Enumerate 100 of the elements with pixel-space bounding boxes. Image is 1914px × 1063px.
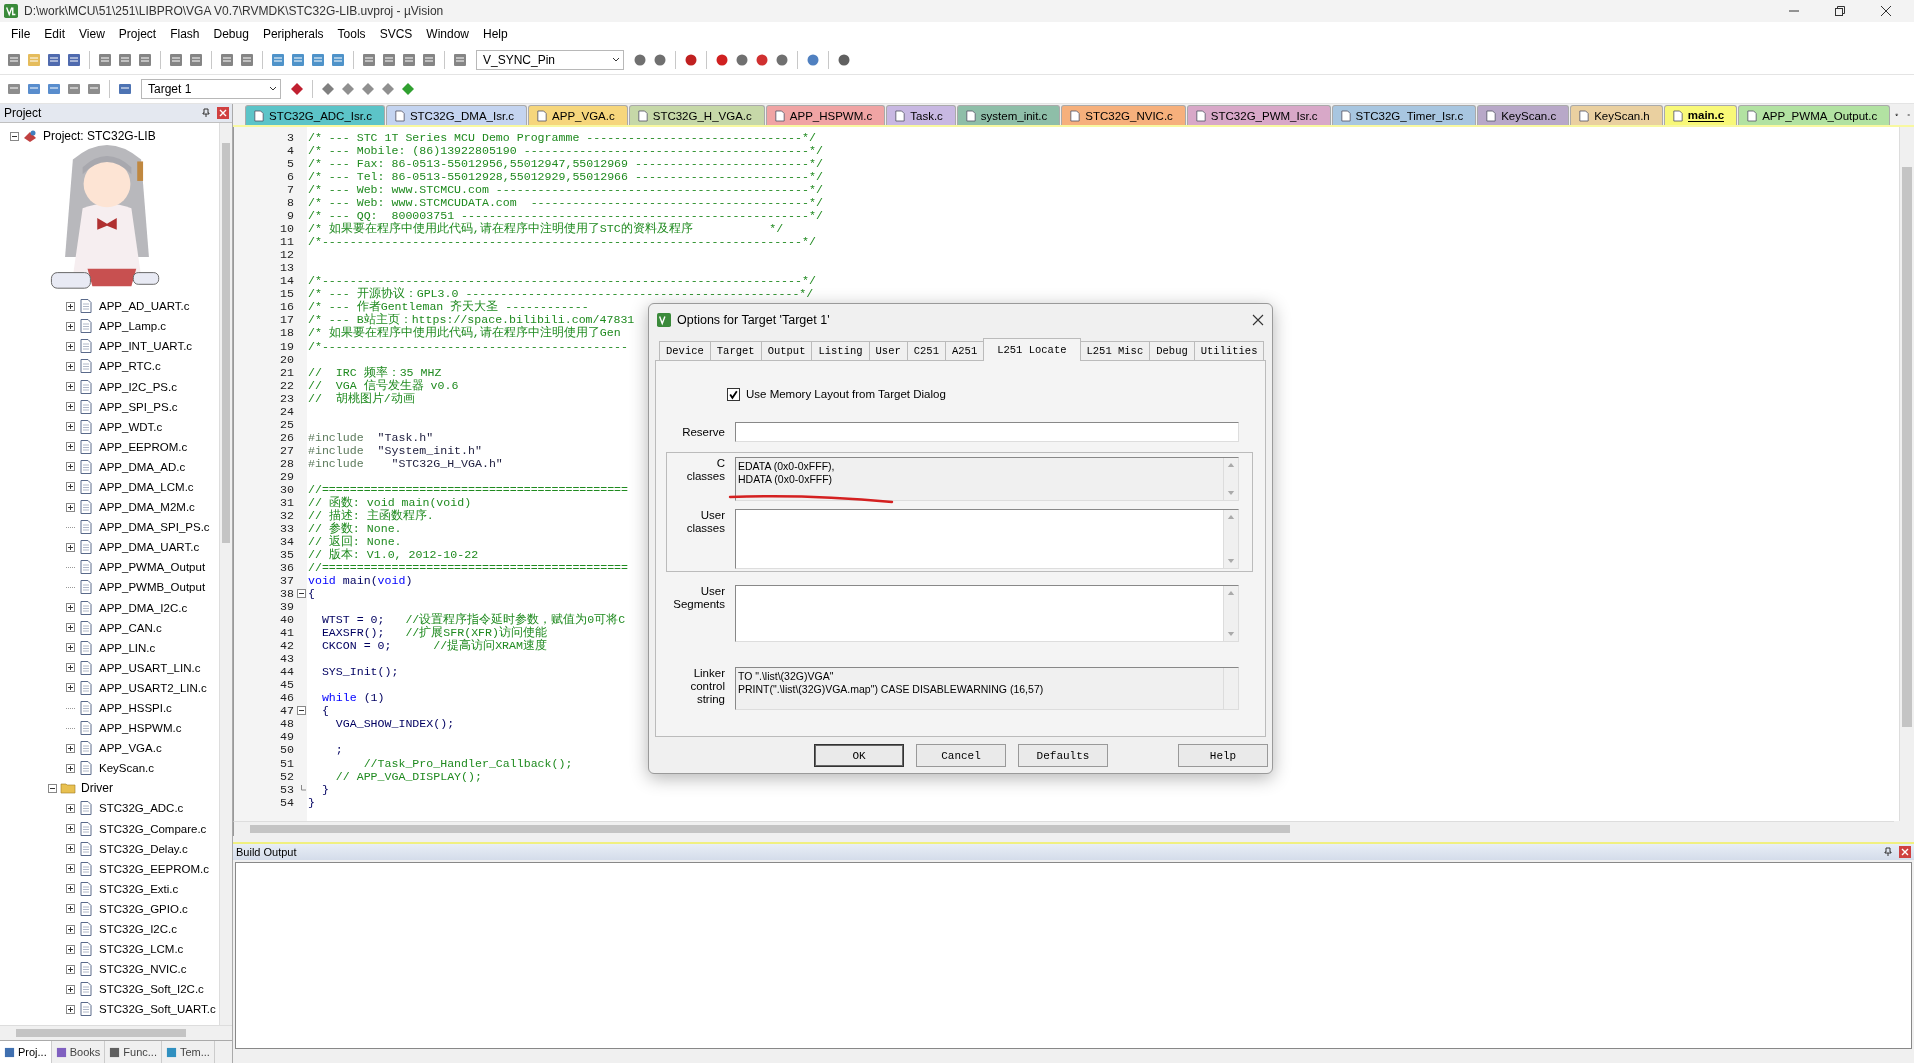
tree-item[interactable]: APP_PWMA_Output: [97, 561, 206, 574]
expand-icon[interactable]: [66, 804, 75, 813]
find-combo[interactable]: V_SYNC_Pin: [476, 50, 624, 70]
expand-icon[interactable]: [66, 944, 75, 954]
panel-tab[interactable]: Func...: [105, 1041, 162, 1063]
expand-icon[interactable]: [66, 301, 75, 311]
file-tab[interactable]: APP_VGA.c: [528, 105, 628, 125]
file-tab[interactable]: STC32G_Timer_Isr.c: [1331, 105, 1477, 125]
expand-icon[interactable]: [66, 984, 75, 994]
menu-item[interactable]: Tools: [330, 27, 373, 41]
expand-icon[interactable]: [66, 623, 75, 633]
tree-item[interactable]: APP_INT_UART.c: [97, 340, 193, 353]
tree-item[interactable]: Driver: [79, 781, 113, 796]
scrollbar-thumb[interactable]: [16, 1029, 186, 1037]
tree-item[interactable]: STC32G_LCM.c: [97, 943, 184, 956]
tree-item[interactable]: APP_CAN.c: [97, 621, 162, 634]
expand-icon[interactable]: [66, 683, 75, 693]
tree-item[interactable]: APP_DMA_SPI_PS.c: [97, 521, 210, 534]
tree-item[interactable]: APP_VGA.c: [97, 742, 162, 755]
tree-item[interactable]: STC32G_NVIC.c: [97, 963, 187, 976]
tree-item[interactable]: APP_HSPWM.c: [97, 722, 182, 735]
tree-item[interactable]: APP_DMA_I2C.c: [97, 601, 188, 614]
dialog-button[interactable]: Defaults: [1018, 744, 1108, 767]
tree-item[interactable]: STC32G_EEPROM.c: [97, 862, 209, 875]
file-tab[interactable]: system_init.c: [956, 105, 1061, 125]
tree-item[interactable]: APP_SPI_PS.c: [97, 400, 178, 413]
tree-item[interactable]: STC32G_Compare.c: [97, 822, 207, 835]
tree-item[interactable]: APP_DMA_UART.c: [97, 541, 200, 554]
pin-icon[interactable]: [201, 108, 211, 118]
expand-icon[interactable]: [66, 904, 75, 914]
menu-item[interactable]: View: [72, 27, 112, 41]
tree-item[interactable]: APP_HSSPI.c: [97, 702, 172, 714]
expand-icon[interactable]: [66, 402, 75, 412]
tree-item[interactable]: APP_USART2_LIN.c: [97, 681, 207, 694]
file-tab[interactable]: STC32G_H_VGA.c: [628, 105, 765, 125]
file-tab[interactable]: STC32G_DMA_Isr.c: [385, 105, 528, 125]
expand-icon[interactable]: [66, 964, 75, 974]
tree-item[interactable]: APP_DMA_M2M.c: [97, 501, 195, 514]
panel-tab[interactable]: Books: [51, 1041, 106, 1063]
expand-icon[interactable]: [66, 663, 75, 673]
file-tab[interactable]: Task.c: [886, 105, 956, 125]
tree-item[interactable]: APP_LIN.c: [97, 641, 156, 654]
expand-icon[interactable]: [66, 643, 75, 653]
file-tab[interactable]: KeyScan.c: [1477, 105, 1570, 125]
menu-item[interactable]: Help: [476, 27, 515, 41]
expand-icon[interactable]: [66, 864, 75, 874]
expand-icon[interactable]: [66, 502, 75, 512]
expand-icon[interactable]: [66, 844, 75, 854]
expand-icon[interactable]: [66, 462, 75, 472]
menu-item[interactable]: Debug: [206, 27, 256, 41]
expand-icon[interactable]: [66, 763, 75, 773]
tree-item[interactable]: KeyScan.c: [97, 762, 154, 775]
expand-icon[interactable]: [66, 743, 75, 753]
expand-icon[interactable]: [66, 382, 75, 391]
scrollbar[interactable]: [1899, 127, 1914, 821]
tree-item[interactable]: STC32G_Soft_UART.c: [97, 1003, 216, 1016]
collapse-icon[interactable]: [10, 131, 19, 141]
target-combo[interactable]: Target 1: [141, 79, 281, 99]
dialog-button[interactable]: OK: [814, 744, 904, 767]
tree-item[interactable]: STC32G_Delay.c: [97, 842, 188, 855]
expand-icon[interactable]: [66, 422, 75, 432]
tree-item[interactable]: APP_Lamp.c: [97, 320, 167, 333]
close-icon[interactable]: [1252, 314, 1264, 326]
tree-item[interactable]: STC32G_GPIO.c: [97, 902, 188, 915]
expand-icon[interactable]: [66, 321, 75, 331]
input-field[interactable]: [735, 422, 1239, 442]
tree-item[interactable]: STC32G_I2C.c: [97, 923, 177, 936]
dialog-button[interactable]: Cancel: [916, 744, 1006, 767]
file-tab[interactable]: STC32G_ADC_Isr.c: [245, 105, 385, 125]
tree-item[interactable]: Project: STC32G-LIB: [41, 129, 156, 144]
menu-item[interactable]: Flash: [163, 27, 207, 41]
collapse-icon[interactable]: [297, 589, 306, 599]
panel-tab[interactable]: Tem...: [161, 1041, 215, 1063]
tree-item[interactable]: STC32G_ADC.c: [97, 802, 184, 815]
text-area[interactable]: TO ".\list\(32G)VGA" PRINT(".\list\(32G)VGA.map") CASE DISABLEWARNING (16,57): [735, 667, 1239, 710]
expand-icon[interactable]: [66, 924, 75, 934]
tree-item[interactable]: APP_DMA_LCM.c: [97, 481, 194, 493]
text-area[interactable]: EDATA (0x0-0xFFF), HDATA (0x0-0xFFF): [735, 457, 1239, 501]
scrollbar-thumb[interactable]: [250, 825, 1290, 833]
expand-icon[interactable]: [66, 884, 75, 894]
expand-icon[interactable]: [66, 341, 75, 351]
scrollbar[interactable]: [233, 821, 1894, 836]
file-tab[interactable]: APP_HSPWM.c: [765, 105, 886, 125]
menu-item[interactable]: SVCS: [372, 27, 420, 41]
file-tab[interactable]: KeyScan.h: [1570, 105, 1663, 125]
menu-item[interactable]: Project: [111, 27, 164, 41]
file-tab[interactable]: STC32G_NVIC.c: [1061, 105, 1186, 125]
expand-icon[interactable]: [66, 482, 75, 492]
tree-item[interactable]: APP_RTC.c: [97, 360, 161, 373]
scrollbar-thumb[interactable]: [1902, 167, 1912, 727]
expand-icon[interactable]: [66, 361, 75, 371]
expand-icon[interactable]: [66, 603, 75, 613]
scrollbar[interactable]: [0, 1025, 232, 1040]
tree-item[interactable]: APP_PWMB_Output: [97, 581, 206, 594]
dialog-button[interactable]: Help: [1178, 744, 1268, 767]
tree-item[interactable]: APP_AD_UART.c: [97, 300, 190, 313]
dialog-tab[interactable]: Utilities: [1193, 341, 1265, 360]
expand-icon[interactable]: [66, 1004, 75, 1014]
tree-item[interactable]: STC32G_Exti.c: [97, 882, 179, 895]
collapse-icon[interactable]: [297, 706, 306, 716]
